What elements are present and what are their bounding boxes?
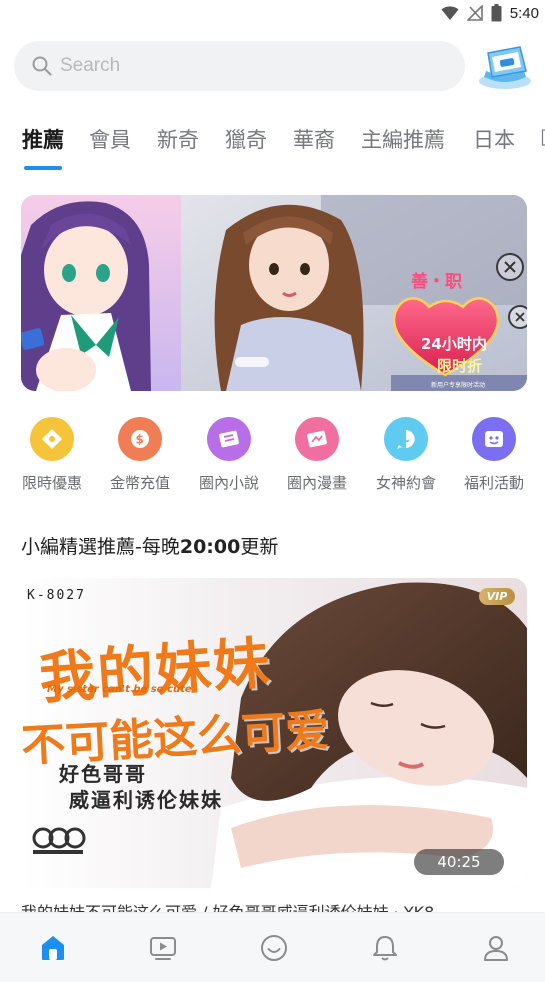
tab-active-indicator [24, 166, 62, 170]
banner-badge-line-2: 限时折 [437, 357, 482, 375]
status-icons: 5:40 [441, 4, 539, 22]
quick-item-limited-offer[interactable]: 限時優惠 [10, 413, 94, 493]
section-title: 小編精選推薦-每晚20:00更新 [21, 532, 278, 559]
nav-profile[interactable] [481, 933, 511, 963]
battery-icon [491, 4, 502, 22]
comic-icon [295, 417, 339, 461]
home-icon [42, 936, 64, 960]
bell-icon [373, 936, 397, 961]
video-card[interactable]: K-8027 VIP 我的妹妹 My sister can't be so cu… [21, 578, 527, 888]
search-input[interactable]: Search [14, 41, 465, 91]
gift-icon [472, 417, 516, 461]
quick-item-label: 金幣充值 [109, 474, 170, 492]
nav-smile[interactable] [259, 933, 289, 963]
coin-icon: $ [118, 417, 162, 461]
category-tabs: 推薦 會員 新奇 獵奇 華裔 主編推薦 日本 □ [0, 118, 545, 174]
close-icon [515, 312, 525, 322]
section-title-suffix: 更新 [240, 536, 279, 558]
quick-item-label: 圈內漫畫 [286, 474, 347, 492]
tab-bizarre[interactable]: 獵奇 [225, 124, 267, 154]
tab-recommend[interactable]: 推薦 [22, 124, 64, 154]
discount-icon [30, 417, 74, 461]
chat-icon [384, 417, 428, 461]
tab-overflow-hint: □ [540, 124, 545, 148]
sign-in-badge-icon[interactable] [476, 43, 534, 91]
close-icon [504, 261, 516, 273]
tab-member[interactable]: 會員 [89, 124, 131, 154]
video-icon [150, 937, 176, 960]
vip-badge: VIP [479, 588, 515, 605]
tab-chinese[interactable]: 華裔 [293, 124, 335, 154]
status-time: 5:40 [509, 4, 539, 22]
quick-menu: 限時優惠 $ 金幣充值 圈內小說 圈內漫畫 女神約會 福利活動 [10, 413, 540, 493]
poster-subtitle: My sister can't be so cute [47, 684, 192, 695]
promo-banner[interactable]: 善・职 24小时内 限时折 新用户专享限时活动 [21, 195, 527, 391]
quick-item-label: 福利活動 [463, 474, 524, 492]
quick-item-label: 女神約會 [375, 474, 436, 492]
nav-home[interactable] [38, 933, 68, 963]
quick-item-novel[interactable]: 圈內小說 [187, 413, 271, 493]
quick-item-label: 限時優惠 [21, 474, 82, 492]
video-duration: 40:25 [414, 849, 504, 875]
quick-item-coin-recharge[interactable]: $ 金幣充值 [98, 413, 182, 493]
quick-item-goddess-date[interactable]: 女神約會 [364, 413, 448, 493]
tab-japan[interactable]: 日本 [473, 124, 515, 154]
tab-novelty[interactable]: 新奇 [157, 124, 199, 154]
quick-item-label: 圈內小說 [198, 474, 259, 492]
nav-video[interactable] [148, 933, 178, 963]
video-code: K-8027 [27, 588, 86, 603]
section-title-time: 20:00 [179, 536, 241, 558]
wifi-icon [441, 6, 459, 20]
search-placeholder: Search [60, 55, 121, 76]
poster-line-2: 威逼利诱伦妹妹 [69, 788, 223, 812]
banner-close-button-secondary[interactable] [508, 305, 527, 329]
novel-icon [207, 417, 251, 461]
nav-notifications[interactable] [370, 933, 400, 963]
quick-item-welfare[interactable]: 福利活動 [452, 413, 536, 493]
status-bar: 5:40 [0, 0, 545, 30]
smile-icon [261, 935, 287, 961]
poster-line-1: 好色哥哥 [59, 762, 147, 786]
banner-badge-line-3: 新用户专享限时活动 [431, 381, 485, 389]
search-icon [32, 56, 52, 76]
banner-bg-text: 善・职 [411, 271, 462, 292]
svg-text:$: $ [136, 433, 144, 447]
section-title-prefix: 小編精選推薦-每晚 [21, 536, 180, 558]
banner-close-button[interactable] [496, 253, 524, 281]
quick-item-comic[interactable]: 圈內漫畫 [275, 413, 359, 493]
tab-editor-picks[interactable]: 主編推薦 [361, 124, 445, 154]
user-icon [484, 936, 508, 961]
banner-badge-line-1: 24小时内 [421, 335, 487, 353]
no-signal-icon [466, 5, 483, 21]
bottom-nav [0, 912, 545, 982]
banner-artwork: 善・职 24小时内 限时折 新用户专享限时活动 [21, 195, 527, 391]
